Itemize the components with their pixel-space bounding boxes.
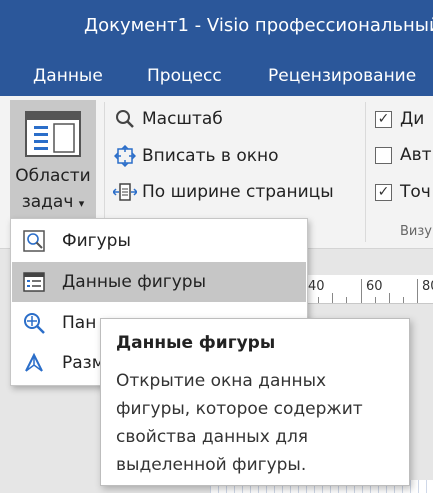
ruler-tick	[375, 297, 376, 303]
size-position-icon	[16, 343, 52, 383]
ruler-tick	[318, 297, 319, 303]
shape-data-icon	[16, 262, 52, 302]
pan-zoom-icon	[16, 303, 52, 343]
tooltip: Данные фигуры Открытие окна данных фигур…	[100, 318, 410, 486]
menu-item-label: Данные фигуры	[62, 272, 207, 292]
group-separator	[365, 102, 366, 242]
ruler-tick	[346, 297, 347, 303]
page-width-icon	[112, 181, 138, 203]
tab-process[interactable]: Процесс	[147, 66, 222, 86]
ruler-label: 40	[308, 279, 325, 294]
menu-item-shapes[interactable]: Фигуры	[12, 221, 306, 261]
visual-aid-checkbox-3[interactable]: ✓ Точ	[375, 179, 431, 205]
shapes-icon	[16, 221, 52, 261]
task-panes-label-line1: Области	[15, 166, 91, 186]
checkbox-unchecked-icon[interactable]	[375, 146, 392, 164]
menu-item-label: Разм	[62, 353, 105, 373]
visual-aids-group-label: Визу	[400, 224, 432, 239]
tooltip-title: Данные фигуры	[116, 333, 276, 353]
checkbox-checked-icon[interactable]: ✓	[375, 183, 392, 201]
menu-item-shape-data[interactable]: Данные фигуры	[12, 262, 306, 302]
checkbox-label: Авт	[400, 145, 432, 165]
menu-item-label: Пан	[62, 313, 97, 333]
ruler-label: 80	[422, 279, 433, 294]
ruler-tick	[417, 279, 418, 303]
horizontal-ruler: 40 60 80	[300, 275, 433, 304]
zoom-button[interactable]: Масштаб	[112, 106, 223, 132]
ruler-tick	[403, 297, 404, 303]
ruler-tick	[361, 279, 362, 303]
window-title: Документ1 - Visio профессиональный	[84, 15, 433, 36]
checkbox-label: Ди	[400, 109, 425, 129]
fit-to-window-button[interactable]: Вписать в окно	[112, 143, 279, 169]
page-width-button[interactable]: По ширине страницы	[112, 179, 334, 205]
tab-review[interactable]: Рецензирование	[268, 66, 416, 86]
tab-data[interactable]: Данные	[33, 66, 103, 86]
fit-to-window-icon	[112, 145, 138, 167]
tooltip-description: Открытие окна данных фигуры, которое сод…	[116, 371, 363, 475]
fit-to-window-label: Вписать в окно	[142, 146, 279, 166]
task-panes-label-line2: задач ▾	[21, 192, 85, 212]
title-bar: Документ1 - Visio профессиональный	[0, 0, 433, 56]
visual-aid-checkbox-1[interactable]: ✓ Ди	[375, 106, 424, 132]
magnifier-icon	[112, 108, 138, 130]
task-panes-icon	[25, 111, 81, 157]
visual-aid-checkbox-2[interactable]: Авт	[375, 142, 432, 168]
checkbox-label: Точ	[400, 182, 431, 202]
checkbox-checked-icon[interactable]: ✓	[375, 110, 392, 128]
ruler-label: 60	[366, 279, 383, 294]
zoom-label: Масштаб	[142, 109, 223, 129]
ruler-tick	[389, 293, 390, 303]
page-width-label: По ширине страницы	[142, 182, 334, 202]
ribbon-tabs: Данные Процесс Рецензирование	[0, 56, 433, 96]
chevron-down-icon: ▾	[78, 197, 85, 210]
menu-item-label: Фигуры	[62, 231, 131, 251]
ruler-tick	[332, 293, 333, 303]
task-panes-button[interactable]: Области задач ▾	[10, 100, 96, 218]
